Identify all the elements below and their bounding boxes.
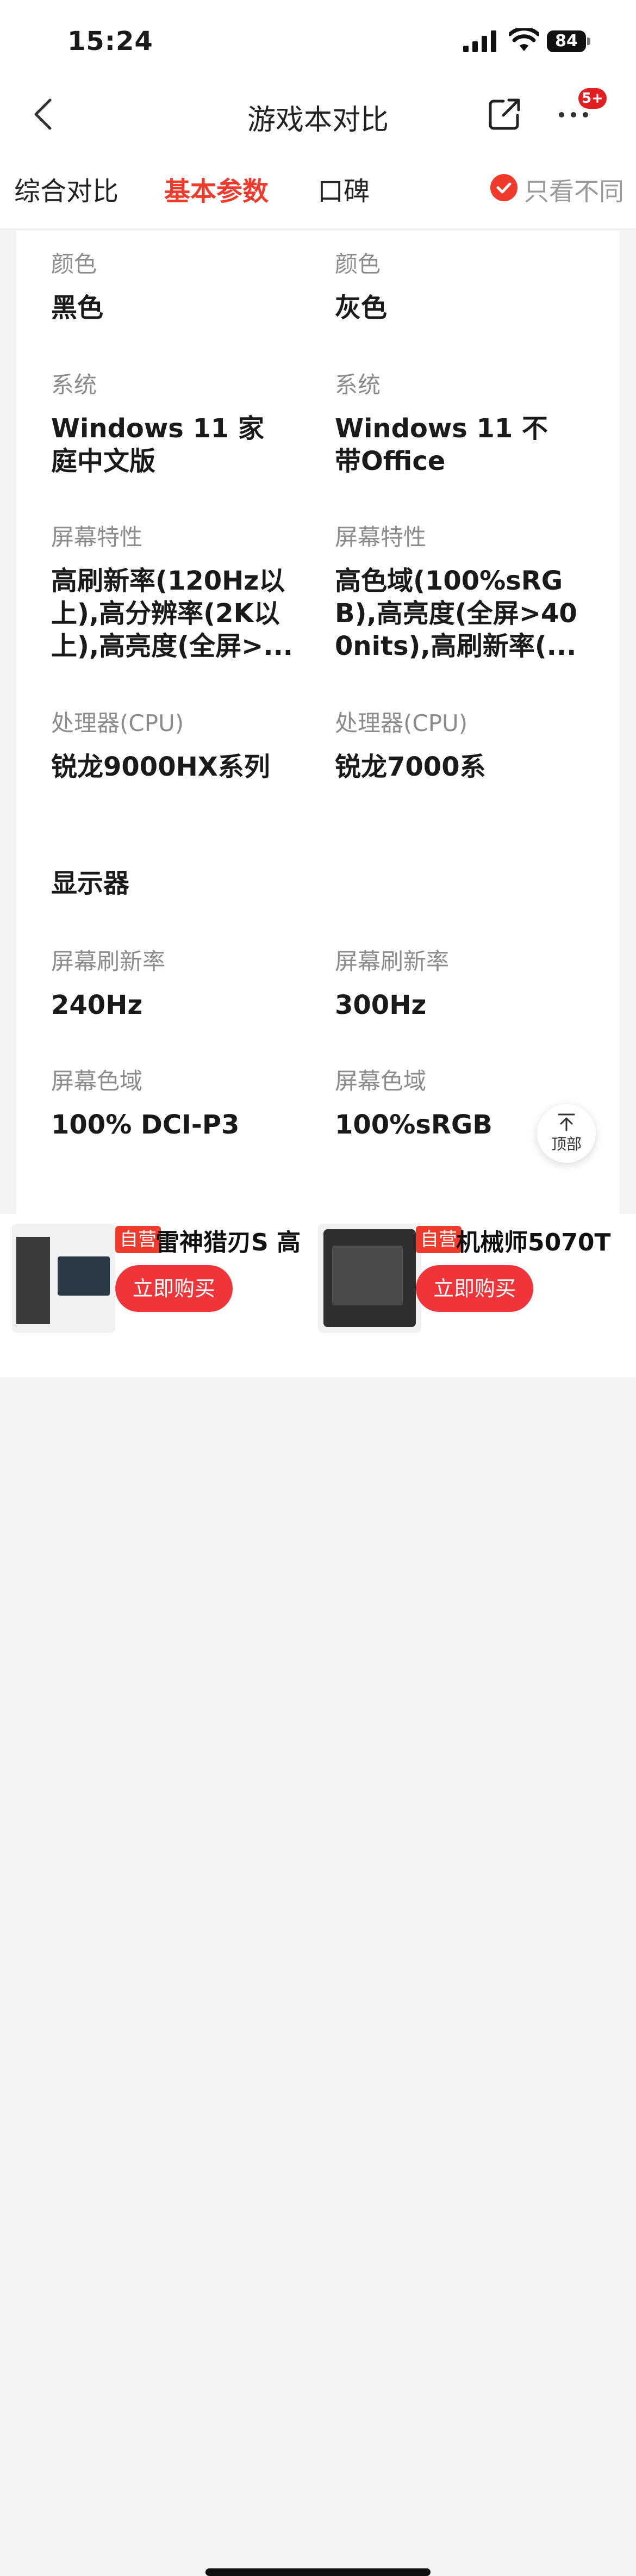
notification-badge: 5+ <box>578 88 607 109</box>
param-value-right: 高色域(100%sRGB),高亮度(全屏>400nits),高刷新率(... <box>335 566 577 661</box>
only-differences-label: 只看不同 <box>524 177 624 206</box>
product-thumbnail[interactable] <box>12 1224 115 1333</box>
param-label: 颜色 <box>335 251 381 277</box>
tab-overall-compare[interactable]: 综合对比 <box>14 170 119 208</box>
param-value-right: 锐龙7000系 <box>335 752 486 782</box>
param-label: 屏幕刷新率 <box>51 948 166 975</box>
param-label: 屏幕特性 <box>335 524 427 550</box>
page-title: 游戏本对比 <box>247 104 389 137</box>
product-name[interactable]: 机械师5070T <box>456 1223 630 1258</box>
param-value-left: Windows 11 家庭中文版 <box>51 413 265 476</box>
tab-basic-params[interactable]: 基本参数 <box>164 170 269 208</box>
bottom-product-bar: 自营 雷神猎刃S 高 立即购买 自营 机械师5070T 立即购买 <box>0 1214 636 2576</box>
param-value-left: 240Hz <box>51 990 143 1020</box>
param-label: 颜色 <box>51 251 97 277</box>
param-label: 处理器(CPU) <box>51 710 184 736</box>
share-icon[interactable] <box>487 97 522 132</box>
param-value-right: Windows 11 不带Office <box>335 413 548 476</box>
product-card[interactable]: 自营 机械师5070T 立即购买 <box>318 1214 636 1334</box>
arrow-up-icon <box>558 1113 575 1131</box>
battery-icon: 84 <box>547 30 590 52</box>
section-title-display: 显示器 <box>51 868 130 899</box>
product-name[interactable]: 雷神猎刃S 高 <box>155 1223 316 1258</box>
battery-level: 84 <box>555 32 578 51</box>
tab-bar: 综合对比 基本参数 口碑 只看不同 <box>0 147 636 230</box>
back-to-top-button[interactable]: 顶部 <box>537 1104 596 1163</box>
param-value-right: 灰色 <box>335 293 388 323</box>
back-to-top-label: 顶部 <box>551 1135 582 1153</box>
wifi-icon <box>509 28 539 51</box>
param-label: 屏幕特性 <box>51 524 143 550</box>
comparison-card: 颜色 颜色 黑色 灰色 系统 系统 Windows 11 家庭中文版 Windo… <box>16 231 620 1214</box>
product-thumbnail[interactable] <box>318 1224 421 1333</box>
self-operated-tag: 自营 <box>416 1226 462 1253</box>
check-circle-icon <box>490 174 517 201</box>
param-value-left: 高刷新率(120Hz以上),高分辨率(2K以上),高亮度(全屏>... <box>51 566 294 661</box>
home-indicator <box>205 2568 431 2576</box>
buy-now-button[interactable]: 立即购买 <box>416 1265 533 1312</box>
self-operated-tag: 自营 <box>115 1226 161 1253</box>
tab-reviews[interactable]: 口碑 <box>317 170 370 208</box>
nav-bar: 游戏本对比 5+ <box>0 82 636 147</box>
param-label: 系统 <box>335 371 381 398</box>
product-card[interactable]: 自营 雷神猎刃S 高 立即购买 <box>0 1214 318 1334</box>
param-label: 屏幕刷新率 <box>335 948 450 975</box>
param-value-left: 100% DCI-P3 <box>51 1110 240 1140</box>
param-value-left: 黑色 <box>51 293 104 323</box>
buy-now-button[interactable]: 立即购买 <box>115 1265 233 1312</box>
param-value-left: 锐龙9000HX系列 <box>51 752 270 782</box>
param-label: 屏幕色域 <box>51 1068 143 1094</box>
status-time: 15:24 <box>67 26 153 57</box>
param-label: 处理器(CPU) <box>335 710 468 736</box>
cellular-signal-icon <box>463 30 496 52</box>
param-label: 系统 <box>51 371 97 398</box>
status-bar: 15:24 84 <box>0 0 636 82</box>
param-label: 屏幕色域 <box>335 1068 427 1094</box>
param-value-right: 300Hz <box>335 990 427 1020</box>
